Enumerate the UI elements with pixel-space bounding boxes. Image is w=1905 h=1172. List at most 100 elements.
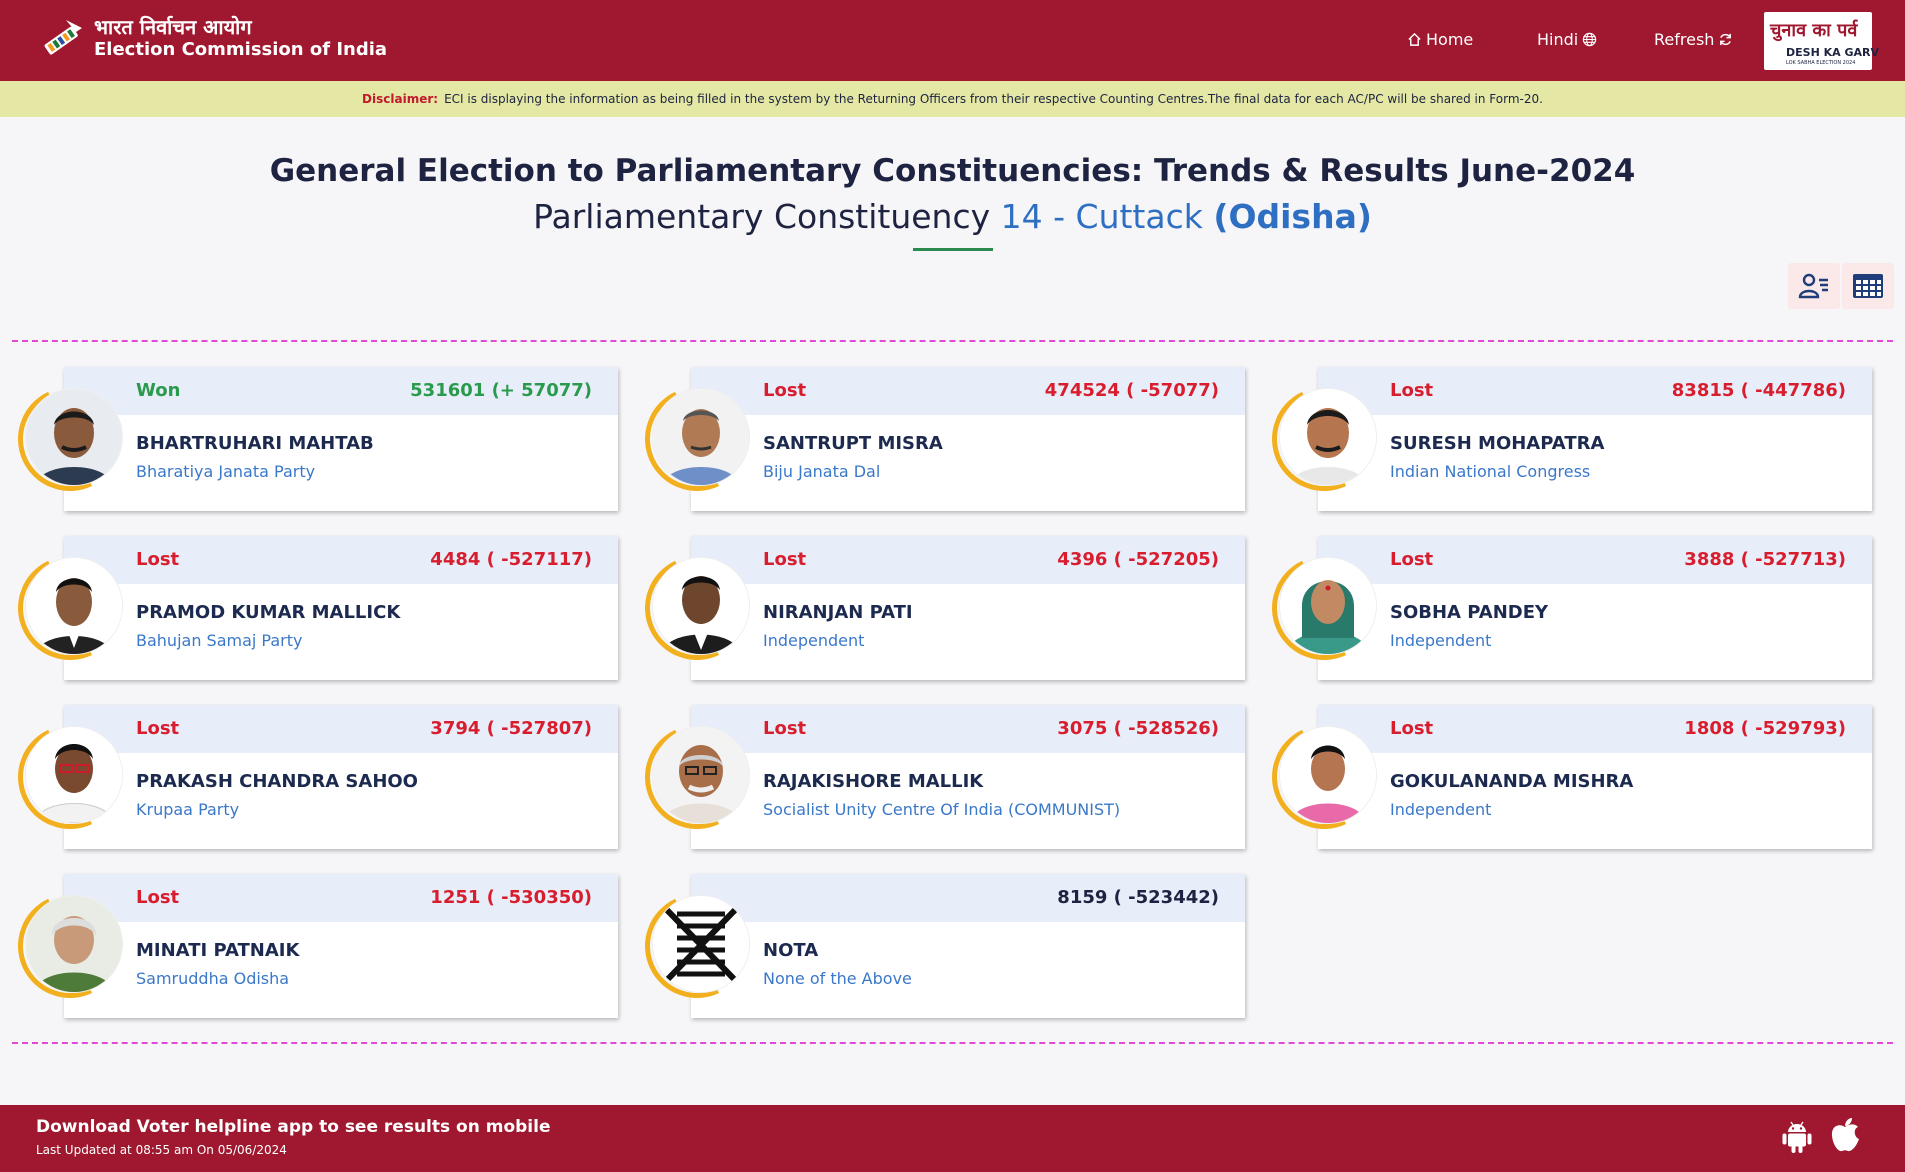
vote-count: 3888 ( -527713) xyxy=(1684,549,1846,570)
disclaimer-label: Disclaimer: xyxy=(362,92,439,106)
result-status: Lost xyxy=(136,887,180,908)
page-title: General Election to Parliamentary Consti… xyxy=(269,153,1636,189)
candidate-name: PRAKASH CHANDRA SAHOO xyxy=(136,771,418,792)
header-bar: भारत निर्वाचन आयोग Election Commission o… xyxy=(0,0,1905,81)
party-name: Socialist Unity Centre Of India (COMMUNI… xyxy=(763,800,1121,819)
candidate-card-body: Lost 4396 ( -527205) NIRANJAN PATI Indep… xyxy=(691,536,1245,680)
result-status: Lost xyxy=(1390,380,1434,401)
candidate-card-body: Lost 3888 ( -527713) SOBHA PANDEY Indepe… xyxy=(1318,536,1872,680)
globe-icon xyxy=(1583,32,1597,47)
party-name: Biju Janata Dal xyxy=(763,462,881,481)
candidate-card[interactable]: Lost 474524 ( -57077) SANTRUPT MISRA Bij… xyxy=(630,367,1265,513)
result-status: Lost xyxy=(1390,549,1434,570)
party-name: Bahujan Samaj Party xyxy=(136,631,303,650)
candidate-photo xyxy=(653,727,749,823)
candidate-card[interactable]: Lost 3794 ( -527807) PRAKASH CHANDRA SAH… xyxy=(3,705,638,851)
candidate-photo xyxy=(26,558,122,654)
candidate-card[interactable]: Lost 3888 ( -527713) SOBHA PANDEY Indepe… xyxy=(1257,536,1892,682)
badge-english-text: DESH KA GARV xyxy=(1786,46,1879,59)
nav-hindi-link[interactable]: Hindi xyxy=(1537,30,1597,49)
party-name: Krupaa Party xyxy=(136,800,240,819)
android-icon[interactable] xyxy=(1781,1120,1813,1154)
candidate-card-body: Lost 4484 ( -527117) PRAMOD KUMAR MALLIC… xyxy=(64,536,618,680)
nota-symbol-icon xyxy=(653,896,749,992)
nav-home-link[interactable]: Home xyxy=(1407,30,1473,49)
vote-count: 83815 ( -447786) xyxy=(1671,380,1846,401)
result-status: Lost xyxy=(763,718,807,739)
candidate-card-body: 8159 ( -523442) NOTA None of the Above xyxy=(691,874,1245,1018)
result-status: Lost xyxy=(136,549,180,570)
candidate-photo xyxy=(1280,727,1376,823)
candidate-photo xyxy=(653,389,749,485)
nav-refresh-link[interactable]: Refresh xyxy=(1654,30,1733,49)
footer-bar: Download Voter helpline app to see resul… xyxy=(0,1105,1905,1172)
candidate-card-body: Lost 3075 ( -528526) RAJAKISHORE MALLIK … xyxy=(691,705,1245,849)
vote-count: 3794 ( -527807) xyxy=(430,718,592,739)
vote-count: 1808 ( -529793) xyxy=(1684,718,1846,739)
vote-count: 1251 ( -530350) xyxy=(430,887,592,908)
disclaimer-bar: Disclaimer: ECI is displaying the informa… xyxy=(0,81,1905,117)
result-status: Lost xyxy=(763,549,807,570)
constituency-state: (Odisha) xyxy=(1213,197,1372,236)
constituency-prefix: Parliamentary Constituency xyxy=(533,197,991,236)
candidate-photo xyxy=(1280,389,1376,485)
candidate-card-body: Lost 1808 ( -529793) GOKULANANDA MISHRA … xyxy=(1318,705,1872,849)
table-view-button[interactable] xyxy=(1842,263,1894,309)
candidate-photo xyxy=(653,558,749,654)
nav-refresh-label: Refresh xyxy=(1654,30,1715,49)
constituency-title: Parliamentary Constituency 14 - Cuttack … xyxy=(0,197,1905,236)
result-status: Lost xyxy=(763,380,807,401)
candidate-name: RAJAKISHORE MALLIK xyxy=(763,771,984,792)
candidate-card-body: Won 531601 (+ 57077) BHARTRUHARI MAHTAB … xyxy=(64,367,618,511)
candidate-name: PRAMOD KUMAR MALLICK xyxy=(136,602,401,623)
candidate-card[interactable]: Lost 83815 ( -447786) SURESH MOHAPATRA I… xyxy=(1257,367,1892,513)
logo-hindi-text: भारत निर्वाचन आयोग xyxy=(94,15,252,39)
divider-top xyxy=(12,340,1893,342)
candidate-card[interactable]: Lost 4396 ( -527205) NIRANJAN PATI Indep… xyxy=(630,536,1265,682)
candidate-view-button[interactable] xyxy=(1788,263,1840,309)
vote-count: 8159 ( -523442) xyxy=(1057,887,1219,908)
vote-count: 531601 (+ 57077) xyxy=(410,380,592,401)
party-name: Independent xyxy=(1390,631,1492,650)
vote-count: 474524 ( -57077) xyxy=(1044,380,1219,401)
refresh-icon xyxy=(1720,33,1732,46)
candidate-card[interactable]: Lost 4484 ( -527117) PRAMOD KUMAR MALLIC… xyxy=(3,536,638,682)
candidate-card[interactable]: Won 531601 (+ 57077) BHARTRUHARI MAHTAB … xyxy=(3,367,638,513)
candidate-photo xyxy=(1280,558,1376,654)
party-name: Bharatiya Janata Party xyxy=(136,462,316,481)
party-name: Samruddha Odisha xyxy=(136,969,290,988)
candidate-card-body: Lost 474524 ( -57077) SANTRUPT MISRA Bij… xyxy=(691,367,1245,511)
candidate-photo xyxy=(26,727,122,823)
home-icon xyxy=(1408,32,1421,46)
disclaimer-text: ECI is displaying the information as bei… xyxy=(444,92,1543,106)
candidate-card-body: Lost 83815 ( -447786) SURESH MOHAPATRA I… xyxy=(1318,367,1872,511)
desh-ka-garv-badge[interactable]: चुनाव का पर्व DESH KA GARV LOK SABHA ELE… xyxy=(1764,12,1879,70)
vote-count: 4396 ( -527205) xyxy=(1057,549,1219,570)
candidate-card[interactable]: Lost 3075 ( -528526) RAJAKISHORE MALLIK … xyxy=(630,705,1265,851)
candidate-card[interactable]: Lost 1808 ( -529793) GOKULANANDA MISHRA … xyxy=(1257,705,1892,851)
candidate-card-body: Lost 3794 ( -527807) PRAKASH CHANDRA SAH… xyxy=(64,705,618,849)
result-status: Lost xyxy=(136,718,180,739)
result-status: Lost xyxy=(1390,718,1434,739)
candidate-name: MINATI PATNAIK xyxy=(136,940,300,961)
vote-count: 3075 ( -528526) xyxy=(1057,718,1219,739)
badge-sub-text: LOK SABHA ELECTION 2024 xyxy=(1786,60,1856,66)
logo-english-text: Election Commission of India xyxy=(94,39,388,60)
divider-bottom xyxy=(12,1042,1893,1044)
candidate-name: NIRANJAN PATI xyxy=(763,602,913,623)
candidate-name: SOBHA PANDEY xyxy=(1390,602,1549,623)
table-grid-icon xyxy=(1853,274,1883,298)
nota-card[interactable]: 8159 ( -523442) NOTA None of the Above xyxy=(630,874,1265,1020)
user-list-icon xyxy=(1798,273,1828,299)
candidate-name: BHARTRUHARI MAHTAB xyxy=(136,433,374,454)
badge-hindi-text: चुनाव का पर्व xyxy=(1770,20,1858,41)
constituency-name: 14 - Cuttack xyxy=(1000,197,1203,236)
eci-logo-icon[interactable] xyxy=(36,14,88,66)
candidate-card[interactable]: Lost 1251 ( -530350) MINATI PATNAIK Samr… xyxy=(3,874,638,1020)
result-status: Won xyxy=(136,380,181,401)
apple-icon[interactable] xyxy=(1829,1117,1861,1153)
party-name: Indian National Congress xyxy=(1390,462,1591,481)
candidate-name: SURESH MOHAPATRA xyxy=(1390,433,1605,454)
candidate-card-body: Lost 1251 ( -530350) MINATI PATNAIK Samr… xyxy=(64,874,618,1018)
candidate-photo xyxy=(26,389,122,485)
